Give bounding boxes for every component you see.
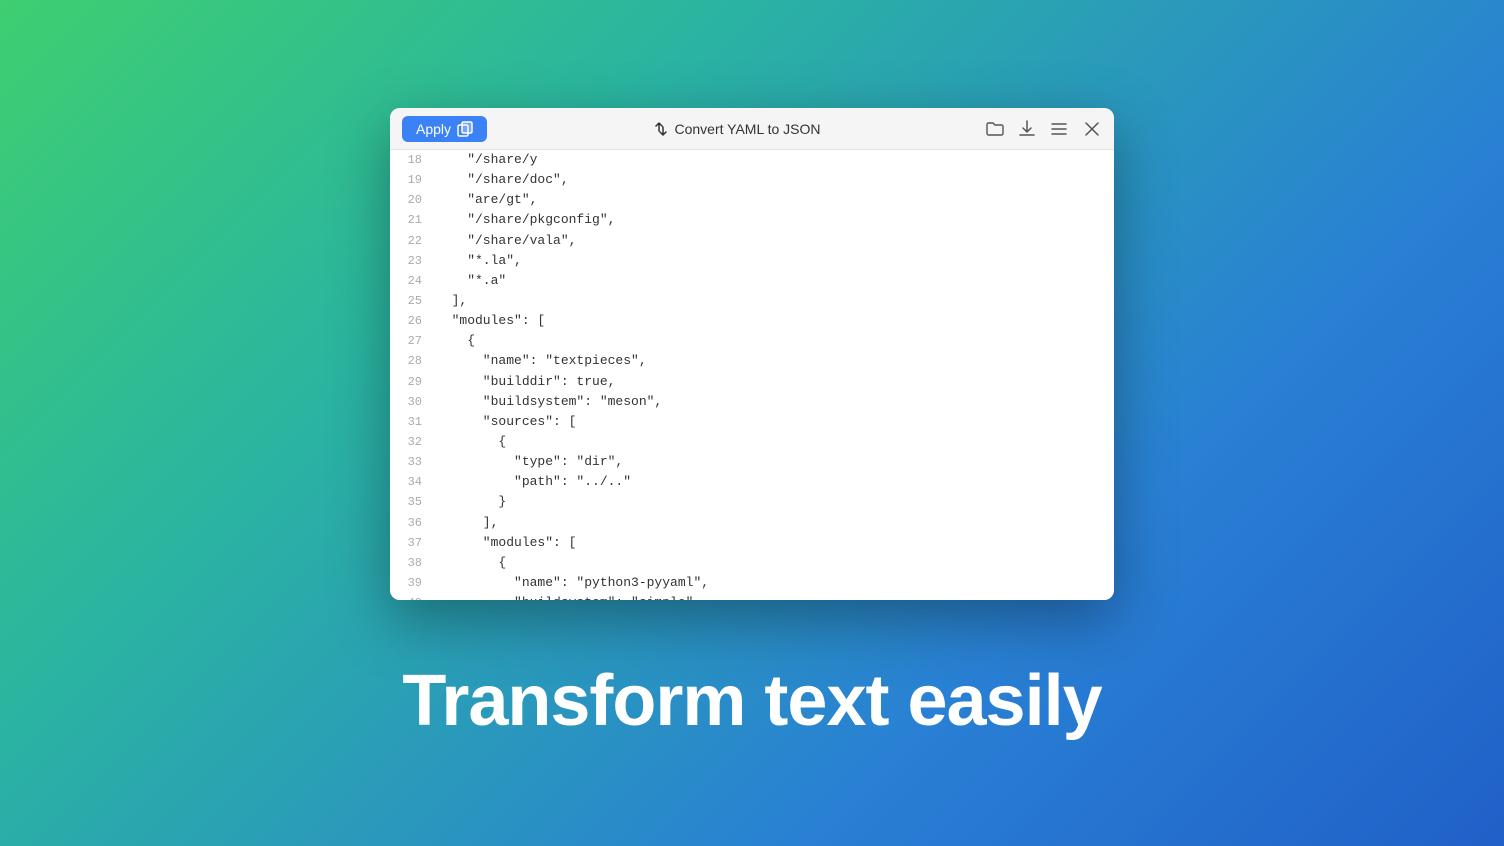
line-number: 18 — [390, 150, 432, 170]
line-number: 29 — [390, 372, 432, 392]
code-line: 31 "sources": [ — [390, 412, 1114, 432]
download-icon[interactable] — [1018, 120, 1036, 138]
code-line: 28 "name": "textpieces", — [390, 351, 1114, 371]
line-number: 21 — [390, 210, 432, 230]
line-content: { — [432, 331, 1114, 351]
line-content: "builddir": true, — [432, 372, 1114, 392]
titlebar-actions — [986, 119, 1102, 139]
line-content: "/share/vala", — [432, 231, 1114, 251]
line-number: 27 — [390, 331, 432, 351]
line-content: "*.a" — [432, 271, 1114, 291]
line-number: 19 — [390, 170, 432, 190]
code-line: 33 "type": "dir", — [390, 452, 1114, 472]
line-number: 28 — [390, 351, 432, 371]
line-number: 26 — [390, 311, 432, 331]
code-line: 19 "/share/doc", — [390, 170, 1114, 190]
apply-button[interactable]: Apply — [402, 116, 487, 142]
line-content: "sources": [ — [432, 412, 1114, 432]
line-content: "type": "dir", — [432, 452, 1114, 472]
line-number: 39 — [390, 573, 432, 593]
line-content: "buildsystem": "meson", — [432, 392, 1114, 412]
apply-label: Apply — [416, 121, 451, 137]
code-line: 18 "/share/y — [390, 150, 1114, 170]
line-number: 38 — [390, 553, 432, 573]
code-line: 36 ], — [390, 513, 1114, 533]
line-content: "buildsystem": "simple", — [432, 593, 1114, 600]
code-lines: 18 "/share/y19 "/share/doc",20 "are/gt",… — [390, 150, 1114, 600]
copy-icon — [457, 121, 473, 137]
code-line: 26 "modules": [ — [390, 311, 1114, 331]
code-line: 22 "/share/vala", — [390, 231, 1114, 251]
line-number: 35 — [390, 492, 432, 512]
line-number: 22 — [390, 231, 432, 251]
line-content: "modules": [ — [432, 533, 1114, 553]
line-number: 24 — [390, 271, 432, 291]
code-editor: 18 "/share/y19 "/share/doc",20 "are/gt",… — [390, 150, 1114, 600]
headline: Transform text easily — [402, 660, 1101, 742]
line-number: 20 — [390, 190, 432, 210]
line-number: 33 — [390, 452, 432, 472]
line-content: ], — [432, 291, 1114, 311]
line-content: "name": "textpieces", — [432, 351, 1114, 371]
convert-icon — [653, 121, 669, 137]
code-line: 27 { — [390, 331, 1114, 351]
menu-icon[interactable] — [1050, 120, 1068, 138]
line-content: "modules": [ — [432, 311, 1114, 331]
line-number: 40 — [390, 593, 432, 600]
code-line: 35 } — [390, 492, 1114, 512]
code-line: 20 "are/gt", — [390, 190, 1114, 210]
line-number: 31 — [390, 412, 432, 432]
close-button[interactable] — [1082, 119, 1102, 139]
code-line: 38 { — [390, 553, 1114, 573]
window-title: Convert YAML to JSON — [675, 121, 821, 137]
code-line: 25 ], — [390, 291, 1114, 311]
line-content: "are/gt", — [432, 190, 1114, 210]
line-content: "name": "python3-pyyaml", — [432, 573, 1114, 593]
line-number: 34 — [390, 472, 432, 492]
line-number: 30 — [390, 392, 432, 412]
code-line: 24 "*.a" — [390, 271, 1114, 291]
line-content: { — [432, 553, 1114, 573]
line-number: 36 — [390, 513, 432, 533]
titlebar-center: Convert YAML to JSON — [495, 121, 978, 137]
line-content: "/share/doc", — [432, 170, 1114, 190]
folder-icon[interactable] — [986, 120, 1004, 138]
code-line: 37 "modules": [ — [390, 533, 1114, 553]
line-content: "path": "../.." — [432, 472, 1114, 492]
code-line: 34 "path": "../.." — [390, 472, 1114, 492]
line-number: 37 — [390, 533, 432, 553]
line-number: 32 — [390, 432, 432, 452]
line-content: ], — [432, 513, 1114, 533]
line-content: { — [432, 432, 1114, 452]
code-line: 29 "builddir": true, — [390, 372, 1114, 392]
code-line: 30 "buildsystem": "meson", — [390, 392, 1114, 412]
code-line: 39 "name": "python3-pyyaml", — [390, 573, 1114, 593]
code-line: 23 "*.la", — [390, 251, 1114, 271]
line-content: "/share/y — [432, 150, 1114, 170]
line-content: } — [432, 492, 1114, 512]
code-line: 40 "buildsystem": "simple", — [390, 593, 1114, 600]
code-line: 21 "/share/pkgconfig", — [390, 210, 1114, 230]
line-content: "/share/pkgconfig", — [432, 210, 1114, 230]
app-window: Apply Convert YAML to JSON — [390, 108, 1114, 600]
titlebar: Apply Convert YAML to JSON — [390, 108, 1114, 150]
line-number: 25 — [390, 291, 432, 311]
code-line: 32 { — [390, 432, 1114, 452]
line-number: 23 — [390, 251, 432, 271]
line-content: "*.la", — [432, 251, 1114, 271]
